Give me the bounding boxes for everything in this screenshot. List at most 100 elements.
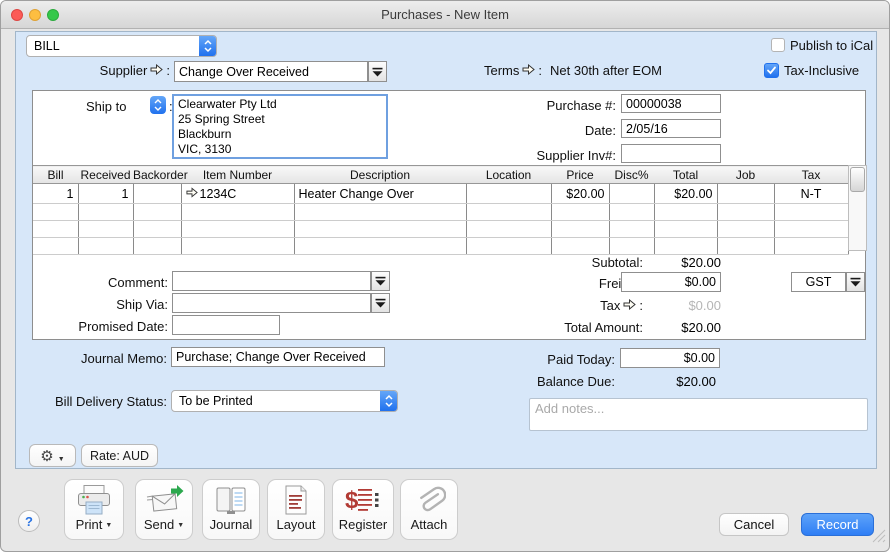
detail-arrow-icon[interactable] <box>522 63 535 78</box>
up-down-stepper-icon <box>199 36 216 56</box>
cell-disc[interactable] <box>609 184 654 204</box>
rate-button[interactable]: Rate: AUD <box>81 444 158 467</box>
up-down-chevrons-icon <box>153 98 163 112</box>
column-header-received: Received <box>78 166 133 184</box>
column-header-price: Price <box>551 166 609 184</box>
document-icon <box>281 480 311 516</box>
column-header-total: Total <box>654 166 717 184</box>
tax-label: Tax : <box>503 298 643 313</box>
column-header-tax: Tax <box>774 166 848 184</box>
cell-description[interactable]: Heater Change Over <box>294 184 466 204</box>
journal-button[interactable]: Journal <box>202 479 260 540</box>
paid-today-input[interactable] <box>620 348 720 368</box>
table-row-empty <box>33 204 848 221</box>
ship-via-input[interactable] <box>172 293 371 313</box>
detail-arrow-icon[interactable] <box>150 63 163 78</box>
subtotal-value: $20.00 <box>633 255 721 270</box>
gear-button[interactable]: ⚙ ▼ <box>29 444 76 467</box>
supplier-input[interactable] <box>174 61 368 82</box>
freight-input[interactable] <box>621 272 721 292</box>
publish-ical-label: Publish to iCal <box>790 38 873 53</box>
purchase-type-value: BILL <box>27 39 199 53</box>
total-amount-value: $20.00 <box>633 320 721 335</box>
cell-price[interactable]: $20.00 <box>551 184 609 204</box>
list-icon <box>375 276 386 286</box>
subtotal-label: Subtotal: <box>503 255 643 270</box>
column-header-bill: Bill <box>33 166 78 184</box>
column-header-item-number: Item Number <box>181 166 294 184</box>
cell-job[interactable] <box>717 184 774 204</box>
promised-date-input[interactable] <box>172 315 280 335</box>
ship-via-list-button[interactable] <box>371 293 390 313</box>
column-header-location: Location <box>466 166 551 184</box>
gear-icon: ⚙ <box>40 447 53 465</box>
menu-caret-icon: ▼ <box>58 456 65 466</box>
cell-bill[interactable]: 1 <box>33 184 78 204</box>
book-icon <box>213 480 249 516</box>
cancel-button[interactable]: Cancel <box>719 513 789 536</box>
purchase-number-input[interactable] <box>621 94 721 113</box>
cell-tax[interactable]: N-T <box>774 184 848 204</box>
date-label: Date: <box>463 123 616 138</box>
table-row-empty <box>33 221 848 238</box>
attach-button[interactable]: Attach <box>400 479 458 540</box>
total-amount-label: Total Amount: <box>493 320 643 335</box>
layout-button[interactable]: Layout <box>267 479 325 540</box>
bill-delivery-status-select[interactable]: To be Printed <box>171 390 398 412</box>
print-button[interactable]: Print▼ <box>64 479 124 540</box>
record-button[interactable]: Record <box>801 513 874 536</box>
publish-ical-checkbox[interactable] <box>771 38 785 52</box>
supplier-inv-label: Supplier Inv#: <box>463 148 616 163</box>
bill-delivery-status-value: To be Printed <box>172 394 380 408</box>
list-icon <box>372 67 383 77</box>
notes-textarea[interactable] <box>529 398 868 431</box>
help-label: ? <box>25 514 33 529</box>
register-button[interactable]: $ Register <box>332 479 394 540</box>
ship-to-stepper[interactable] <box>150 96 166 114</box>
date-input[interactable] <box>621 119 721 138</box>
titlebar: Purchases - New Item <box>1 1 889 29</box>
table-scrollbar[interactable] <box>848 165 867 251</box>
terms-value: Net 30th after EOM <box>550 63 662 78</box>
help-button[interactable]: ? <box>18 510 40 532</box>
resize-grip[interactable] <box>870 527 886 548</box>
comment-list-button[interactable] <box>371 271 390 291</box>
gst-list-button[interactable] <box>846 272 865 292</box>
comment-label: Comment: <box>53 275 168 290</box>
bill-delivery-status-label: Bill Delivery Status: <box>16 394 167 409</box>
tax-inclusive-checkbox[interactable] <box>764 63 779 78</box>
journal-memo-input[interactable] <box>171 347 385 367</box>
column-header-disc: Disc% <box>609 166 654 184</box>
column-header-job: Job <box>717 166 774 184</box>
cell-item-number[interactable]: 1234C <box>181 184 294 204</box>
list-icon <box>375 298 386 308</box>
promised-date-label: Promised Date: <box>53 319 168 334</box>
gst-select[interactable]: GST <box>791 272 846 292</box>
purchase-type-select[interactable]: BILL <box>26 35 217 57</box>
purchase-number-label: Purchase #: <box>463 98 616 113</box>
send-button[interactable]: Send▼ <box>135 479 193 540</box>
menu-caret-icon: ▼ <box>177 522 184 532</box>
cell-total[interactable]: $20.00 <box>654 184 717 204</box>
ship-to-label: Ship to <box>86 99 126 114</box>
scrollbar-thumb[interactable] <box>850 167 865 192</box>
cell-location[interactable] <box>466 184 551 204</box>
cell-received[interactable]: 1 <box>78 184 133 204</box>
rate-label: Rate: AUD <box>90 449 149 463</box>
journal-memo-label: Journal Memo: <box>16 351 167 366</box>
column-header-description: Description <box>294 166 466 184</box>
supplier-list-button[interactable] <box>368 61 387 82</box>
items-table: Bill Received Backorder Item Number Desc… <box>33 165 849 255</box>
balance-due-value: $20.00 <box>620 374 716 389</box>
cell-backorder[interactable] <box>133 184 181 204</box>
detail-arrow-icon[interactable] <box>186 187 198 201</box>
minimize-button[interactable] <box>29 9 41 21</box>
supplier-inv-input[interactable] <box>621 144 721 163</box>
comment-input[interactable] <box>172 271 371 291</box>
ship-to-address-textarea[interactable]: Clearwater Pty Ltd 25 Spring Street Blac… <box>172 94 388 159</box>
zoom-button[interactable] <box>47 9 59 21</box>
column-header-backorder: Backorder <box>133 166 181 184</box>
svg-text:$: $ <box>345 487 359 514</box>
paid-today-label: Paid Today: <box>476 352 615 367</box>
close-button[interactable] <box>11 9 23 21</box>
